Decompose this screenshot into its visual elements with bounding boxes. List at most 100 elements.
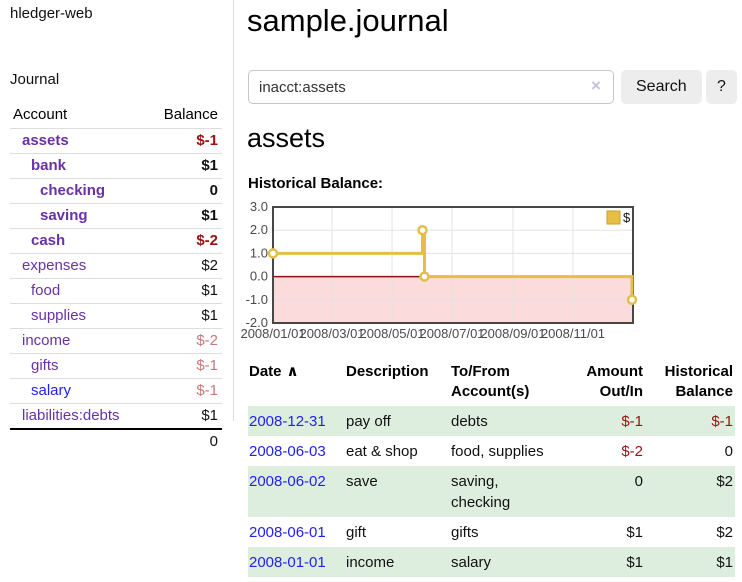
account-name-cell: expenses — [10, 254, 147, 279]
account-name-cell: bank — [10, 154, 147, 179]
column-header-accounts: To/From Account(s) — [450, 357, 568, 406]
account-row: salary$-1 — [10, 379, 222, 404]
account-link[interactable]: supplies — [31, 307, 86, 324]
transaction-amount: 0 — [568, 466, 645, 517]
column-header-description-label: Description — [346, 362, 448, 382]
account-balance: $2 — [147, 254, 222, 279]
transaction-description: pay off — [345, 406, 450, 436]
data-point-marker — [420, 273, 428, 281]
account-balance: $-2 — [147, 329, 222, 354]
account-name-cell: assets — [10, 129, 147, 154]
column-header-balance: Historical Balance — [645, 357, 735, 406]
account-name-cell: liabilities:debts — [10, 404, 147, 430]
app-title: hledger-web — [10, 5, 93, 22]
account-link[interactable]: assets — [22, 132, 69, 149]
transaction-date-cell: 2008-12-31 — [248, 406, 345, 436]
accounts-header-balance: Balance — [147, 101, 222, 129]
transaction-description: gift — [345, 517, 450, 547]
account-row: bank $1 — [10, 154, 222, 179]
accounts-header-account: Account — [10, 101, 147, 129]
account-balance: $-2 — [147, 229, 222, 254]
account-link[interactable]: salary — [31, 382, 71, 399]
accounts-total-spacer — [10, 429, 147, 454]
account-link[interactable]: saving — [40, 207, 88, 224]
account-name-cell: supplies — [10, 304, 147, 329]
account-link[interactable]: gifts — [31, 357, 59, 374]
transaction-date-link[interactable]: 2008-01-01 — [249, 554, 326, 571]
page-title: sample.journal — [247, 3, 449, 39]
register-row[interactable]: 2008-06-01giftgifts$1$2 — [248, 517, 735, 547]
journal-nav: Journal — [10, 71, 59, 88]
transaction-date-cell: 2008-06-03 — [248, 436, 345, 466]
account-name-cell: gifts — [10, 354, 147, 379]
y-tick-label: 2.0 — [250, 222, 268, 237]
account-heading: assets — [247, 123, 325, 154]
transaction-balance: $1 — [645, 547, 735, 577]
account-link[interactable]: expenses — [22, 257, 86, 274]
app-title-link[interactable]: hledger-web — [10, 5, 93, 22]
register-row[interactable]: 2008-06-02savesaving, checking0$2 — [248, 466, 735, 517]
register-row[interactable]: 2008-01-01incomesalary$1$1 — [248, 547, 735, 577]
historical-balance-chart: $3.02.01.00.0-1.0-2.02008/01/012008/03/0… — [245, 202, 645, 348]
account-link[interactable]: food — [31, 282, 60, 299]
transaction-date-cell: 2008-01-01 — [248, 547, 345, 577]
transaction-description: income — [345, 547, 450, 577]
account-balance: $1 — [147, 404, 222, 430]
transaction-date-cell: 2008-06-01 — [248, 517, 345, 547]
transaction-date-link[interactable]: 2008-06-02 — [249, 473, 326, 490]
chart-title: Historical Balance: — [248, 175, 383, 192]
account-row: assets$-1 — [10, 129, 222, 154]
account-row: income $-2 — [10, 329, 222, 354]
transaction-amount: $1 — [568, 547, 645, 577]
account-balance: $1 — [147, 154, 222, 179]
column-header-accounts-line2: Account(s) — [451, 382, 566, 402]
account-name-cell: food — [10, 279, 147, 304]
transaction-date-link[interactable]: 2008-06-03 — [249, 443, 326, 460]
account-link[interactable]: checking — [40, 182, 105, 199]
account-balance: $1 — [147, 279, 222, 304]
search-input[interactable] — [248, 70, 614, 104]
account-link[interactable]: bank — [31, 157, 66, 174]
register-row[interactable]: 2008-06-03eat & shopfood, supplies$-20 — [248, 436, 735, 466]
transaction-amount: $-2 — [568, 436, 645, 466]
x-tick-label: 2008/05/01 — [359, 326, 424, 341]
legend-label: $ — [623, 210, 631, 225]
transaction-date-link[interactable]: 2008-12-31 — [249, 413, 326, 430]
transaction-amount: $1 — [568, 517, 645, 547]
transaction-description: eat & shop — [345, 436, 450, 466]
help-button[interactable]: ? — [706, 70, 737, 104]
account-row: saving$1 — [10, 204, 222, 229]
transaction-accounts: debts — [450, 406, 568, 436]
account-name-cell: checking — [10, 179, 147, 204]
account-name-cell: saving — [10, 204, 147, 229]
search-button[interactable]: Search — [621, 70, 702, 104]
register-header-row: Date∧ Description To/From Account(s) Amo… — [248, 357, 735, 406]
account-balance: $-1 — [147, 354, 222, 379]
y-tick-label: 0.0 — [250, 269, 268, 284]
column-header-date-label: Date — [249, 363, 282, 380]
hledger-web-page: hledger-web Journal Account Balance asse… — [0, 0, 742, 582]
account-name-cell: cash — [10, 229, 147, 254]
account-link[interactable]: liabilities:debts — [22, 407, 120, 424]
register-row[interactable]: 2008-12-31pay offdebts$-1$-1 — [248, 406, 735, 436]
transaction-accounts: saving, checking — [450, 466, 568, 517]
transaction-balance: $2 — [645, 517, 735, 547]
transaction-date-link[interactable]: 2008-06-01 — [249, 524, 326, 541]
transaction-accounts: food, supplies — [450, 436, 568, 466]
account-row: food $1 — [10, 279, 222, 304]
search-form: × Search ? — [248, 70, 738, 104]
x-tick-label: 2008/09/01 — [480, 326, 545, 341]
transaction-balance: $-1 — [645, 406, 735, 436]
accounts-header-row: Account Balance — [10, 101, 222, 129]
column-header-balance-line2: Balance — [646, 382, 733, 402]
column-header-date[interactable]: Date∧ — [248, 357, 345, 406]
column-header-balance-line1: Historical — [646, 362, 733, 382]
account-link[interactable]: cash — [31, 232, 65, 249]
y-tick-label: -1.0 — [246, 292, 268, 307]
y-tick-label: 3.0 — [250, 199, 268, 214]
clear-search-icon[interactable]: × — [591, 76, 601, 96]
account-row: expenses $2 — [10, 254, 222, 279]
transaction-amount: $-1 — [568, 406, 645, 436]
journal-link[interactable]: Journal — [10, 71, 59, 88]
account-link[interactable]: income — [22, 332, 70, 349]
